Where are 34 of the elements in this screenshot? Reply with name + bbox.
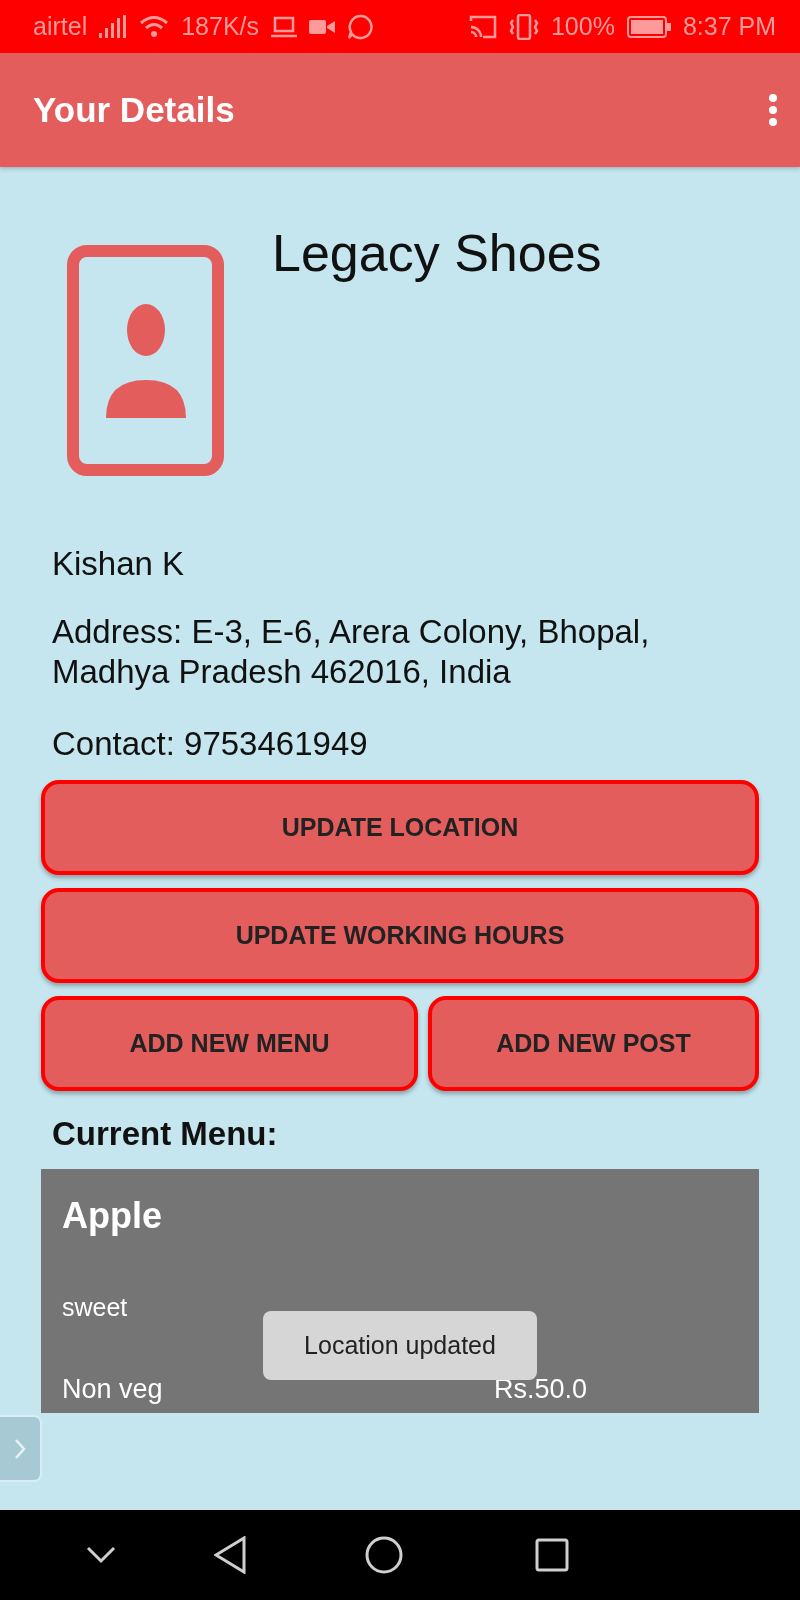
chevron-right-icon xyxy=(14,1437,26,1460)
chevron-down-icon[interactable] xyxy=(86,1546,116,1564)
video-camera-icon xyxy=(309,17,336,36)
action-button[interactable]: UPDATE LOCATION xyxy=(41,780,759,875)
home-icon[interactable] xyxy=(365,1536,403,1574)
signal-icon xyxy=(99,14,128,39)
chat-bubble-icon xyxy=(347,13,374,40)
item-name: Apple xyxy=(62,1194,163,1238)
owner-name: Kishan K xyxy=(52,544,186,584)
toast-message: Location updated xyxy=(263,1311,537,1380)
network-speed: 187K/s xyxy=(181,12,260,41)
vibrate-icon xyxy=(508,13,539,40)
action-button[interactable]: ADD NEW MENU xyxy=(41,996,418,1091)
item-category: Non veg xyxy=(62,1374,164,1405)
battery-icon xyxy=(626,15,671,38)
back-icon[interactable] xyxy=(214,1536,246,1574)
address-text: Address: E-3, E-6, Arera Colony, Bhopal, Madhya Pradesh 462016, India xyxy=(52,612,651,692)
screen-title: Your Details xyxy=(33,90,235,130)
laptop-icon xyxy=(271,15,298,38)
item-description: sweet xyxy=(62,1293,129,1322)
clock-time: 8:37 PM xyxy=(682,12,776,41)
cast-icon xyxy=(468,14,497,39)
recent-apps-icon[interactable] xyxy=(535,1538,569,1572)
contact-number: Contact: 9753461949 xyxy=(52,724,369,764)
wifi-icon xyxy=(139,14,170,39)
shop-name: Legacy Shoes xyxy=(272,223,602,284)
carrier-name: airtel xyxy=(33,12,88,41)
side-panel-handle[interactable] xyxy=(0,1415,42,1482)
battery-level: 100% xyxy=(550,12,615,41)
overflow-menu-icon[interactable] xyxy=(768,93,778,127)
section-heading: Current Menu: xyxy=(52,1114,279,1154)
contact-card-icon xyxy=(67,245,224,476)
action-button[interactable]: ADD NEW POST xyxy=(428,996,759,1091)
action-button[interactable]: UPDATE WORKING HOURS xyxy=(41,888,759,983)
